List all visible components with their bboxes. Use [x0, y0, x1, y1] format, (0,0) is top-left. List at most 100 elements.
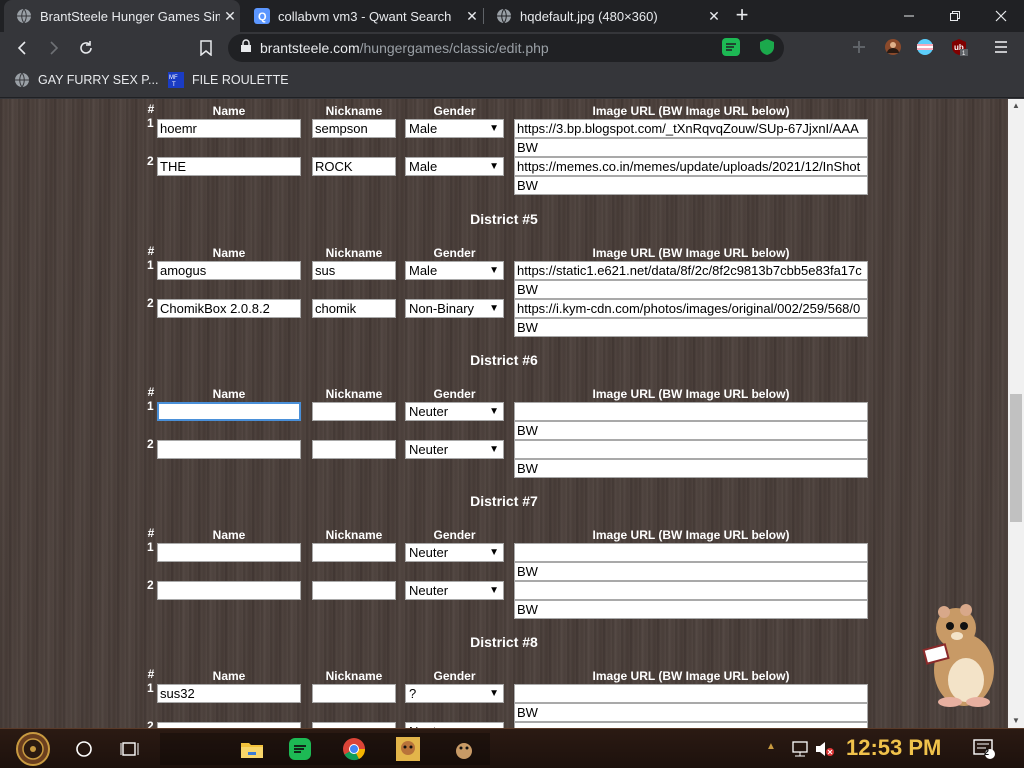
tribute-gender-select[interactable]: Neuter ▼: [405, 543, 504, 562]
tribute-nickname-input[interactable]: sempson: [312, 119, 396, 138]
tribute-name-input[interactable]: [157, 543, 301, 562]
tribute-image-url-input[interactable]: https://static1.e621.net/data/8f/2c/8f2c…: [514, 261, 868, 280]
taskbar: ▲ 12:53 PM 2: [0, 728, 1024, 768]
spotify-like-icon[interactable]: [284, 733, 316, 765]
task-view-icon[interactable]: [114, 733, 146, 765]
page-scrollbar[interactable]: ▲ ▼: [1008, 99, 1024, 728]
back-button[interactable]: [10, 36, 34, 60]
tribute-bw-image-url-input[interactable]: BW: [514, 600, 868, 619]
start-button[interactable]: [14, 730, 52, 768]
gender-select-value: Male: [409, 121, 438, 136]
close-window-button[interactable]: [978, 0, 1024, 32]
column-header-name: Name: [212, 387, 246, 401]
menu-icon[interactable]: [992, 38, 1012, 58]
bookmark-icon[interactable]: [194, 36, 218, 60]
tab-close-icon[interactable]: ✕: [462, 8, 482, 25]
tribute-bw-image-url-input[interactable]: BW: [514, 459, 868, 478]
tribute-name-input[interactable]: [157, 581, 301, 600]
shield-extension-icon[interactable]: [758, 38, 778, 58]
tribute-gender-select[interactable]: Neuter ▼: [405, 402, 504, 421]
tribute-name-input[interactable]: sus32: [157, 684, 301, 703]
extension-icon[interactable]: [850, 38, 870, 58]
tribute-image-url-input[interactable]: [514, 440, 868, 459]
tribute-nickname-input[interactable]: [312, 684, 396, 703]
column-header-num: #: [147, 526, 155, 540]
scroll-down-arrow[interactable]: ▼: [1008, 714, 1024, 728]
address-bar[interactable]: brantsteele.com/hungergames/classic/edit…: [228, 34, 784, 62]
notification-icon[interactable]: 2: [968, 733, 1000, 765]
tab-brantsteele[interactable]: BrantSteele Hunger Games Simu ✕: [4, 0, 240, 32]
tribute-gender-select[interactable]: Non-Binary ▼: [405, 299, 504, 318]
tribute-nickname-input[interactable]: [312, 402, 396, 421]
tribute-name-input[interactable]: [157, 402, 301, 421]
search-circle-icon[interactable]: [68, 733, 100, 765]
tribute-nickname-input[interactable]: ROCK: [312, 157, 396, 176]
tribute-name-input[interactable]: hoemr: [157, 119, 301, 138]
ublock-icon[interactable]: ub 1: [950, 38, 970, 58]
tribute-gender-select[interactable]: Male ▼: [405, 119, 504, 138]
svg-text:T: T: [172, 82, 176, 88]
tribute-number: 1: [147, 258, 154, 272]
volume-muted-icon[interactable]: [808, 733, 840, 765]
tribute-nickname-input[interactable]: chomik: [312, 299, 396, 318]
dropdown-arrow-icon: ▼: [489, 688, 499, 699]
forward-button[interactable]: [42, 36, 66, 60]
tribute-image-url-input[interactable]: https://memes.co.in/memes/update/uploads…: [514, 157, 868, 176]
scrollbar-thumb[interactable]: [1010, 394, 1022, 522]
tribute-gender-select[interactable]: Male ▼: [405, 157, 504, 176]
flag-extension-icon[interactable]: [916, 38, 936, 58]
taskbar-clock[interactable]: 12:53 PM: [846, 735, 941, 761]
tab-close-icon[interactable]: ✕: [220, 8, 240, 25]
tribute-gender-select[interactable]: Neuter ▼: [405, 440, 504, 459]
chat-extension-icon[interactable]: [722, 38, 742, 58]
tribute-bw-image-url-input[interactable]: BW: [514, 421, 868, 440]
file-explorer-icon[interactable]: [236, 733, 268, 765]
tab-hqdefault[interactable]: hqdefault.jpg (480×360) ✕: [484, 0, 724, 32]
tribute-image-url-input[interactable]: [514, 543, 868, 562]
restore-button[interactable]: [932, 0, 978, 32]
url-path: /hungergames/classic/edit.php: [359, 40, 549, 56]
hamster-app-icon[interactable]: [448, 733, 480, 765]
tab-close-icon[interactable]: ✕: [704, 8, 724, 25]
bookmark-item[interactable]: MF T FILE ROULETTE: [168, 72, 289, 88]
tribute-gender-select[interactable]: ? ▼: [405, 684, 504, 703]
tribute-gender-select[interactable]: Male ▼: [405, 261, 504, 280]
chevron-up-icon[interactable]: ▲: [766, 741, 776, 752]
tribute-name-input[interactable]: [157, 440, 301, 459]
tribute-bw-image-url-input[interactable]: BW: [514, 562, 868, 581]
district-title: District #8: [470, 634, 538, 650]
column-header-name: Name: [212, 246, 246, 260]
tribute-nickname-input[interactable]: [312, 543, 396, 562]
avatar-extension-icon[interactable]: [884, 38, 904, 58]
chrome-icon[interactable]: [338, 733, 370, 765]
tribute-gender-select[interactable]: Neuter ▼: [405, 581, 504, 600]
tribute-image-url-input[interactable]: [514, 684, 868, 703]
chomikbox-icon[interactable]: [392, 733, 424, 765]
tribute-name-input[interactable]: amogus: [157, 261, 301, 280]
tab-title: collabvm vm3 - Qwant Search: [278, 8, 452, 24]
tribute-image-url-input[interactable]: https://i.kym-cdn.com/photos/images/orig…: [514, 299, 868, 318]
tribute-nickname-input[interactable]: [312, 581, 396, 600]
tribute-image-url-input[interactable]: https://3.bp.blogspot.com/_tXnRqvqZouw/S…: [514, 119, 868, 138]
tribute-bw-image-url-input[interactable]: BW: [514, 138, 868, 157]
tribute-image-url-input[interactable]: [514, 402, 868, 421]
column-header-nickname: Nickname: [325, 246, 383, 260]
tribute-nickname-input[interactable]: [312, 440, 396, 459]
scroll-up-arrow[interactable]: ▲: [1008, 99, 1024, 113]
tribute-name-input[interactable]: THE: [157, 157, 301, 176]
minimize-button[interactable]: [886, 0, 932, 32]
tribute-bw-image-url-input[interactable]: BW: [514, 280, 868, 299]
tribute-bw-image-url-input[interactable]: BW: [514, 176, 868, 195]
reload-button[interactable]: [74, 36, 98, 60]
tribute-bw-image-url-input[interactable]: BW: [514, 703, 868, 722]
tribute-name-input[interactable]: ChomikBox 2.0.8.2: [157, 299, 301, 318]
dropdown-arrow-icon: ▼: [489, 406, 499, 417]
tribute-nickname-input[interactable]: sus: [312, 261, 396, 280]
tab-qwant[interactable]: Q collabvm vm3 - Qwant Search ✕: [242, 0, 482, 32]
column-header-nickname: Nickname: [325, 669, 383, 683]
tribute-bw-image-url-input[interactable]: BW: [514, 318, 868, 337]
new-tab-button[interactable]: +: [730, 4, 754, 28]
tribute-image-url-input[interactable]: [514, 581, 868, 600]
bookmark-item[interactable]: GAY FURRY SEX P...: [14, 72, 158, 88]
dropdown-arrow-icon: ▼: [489, 123, 499, 134]
